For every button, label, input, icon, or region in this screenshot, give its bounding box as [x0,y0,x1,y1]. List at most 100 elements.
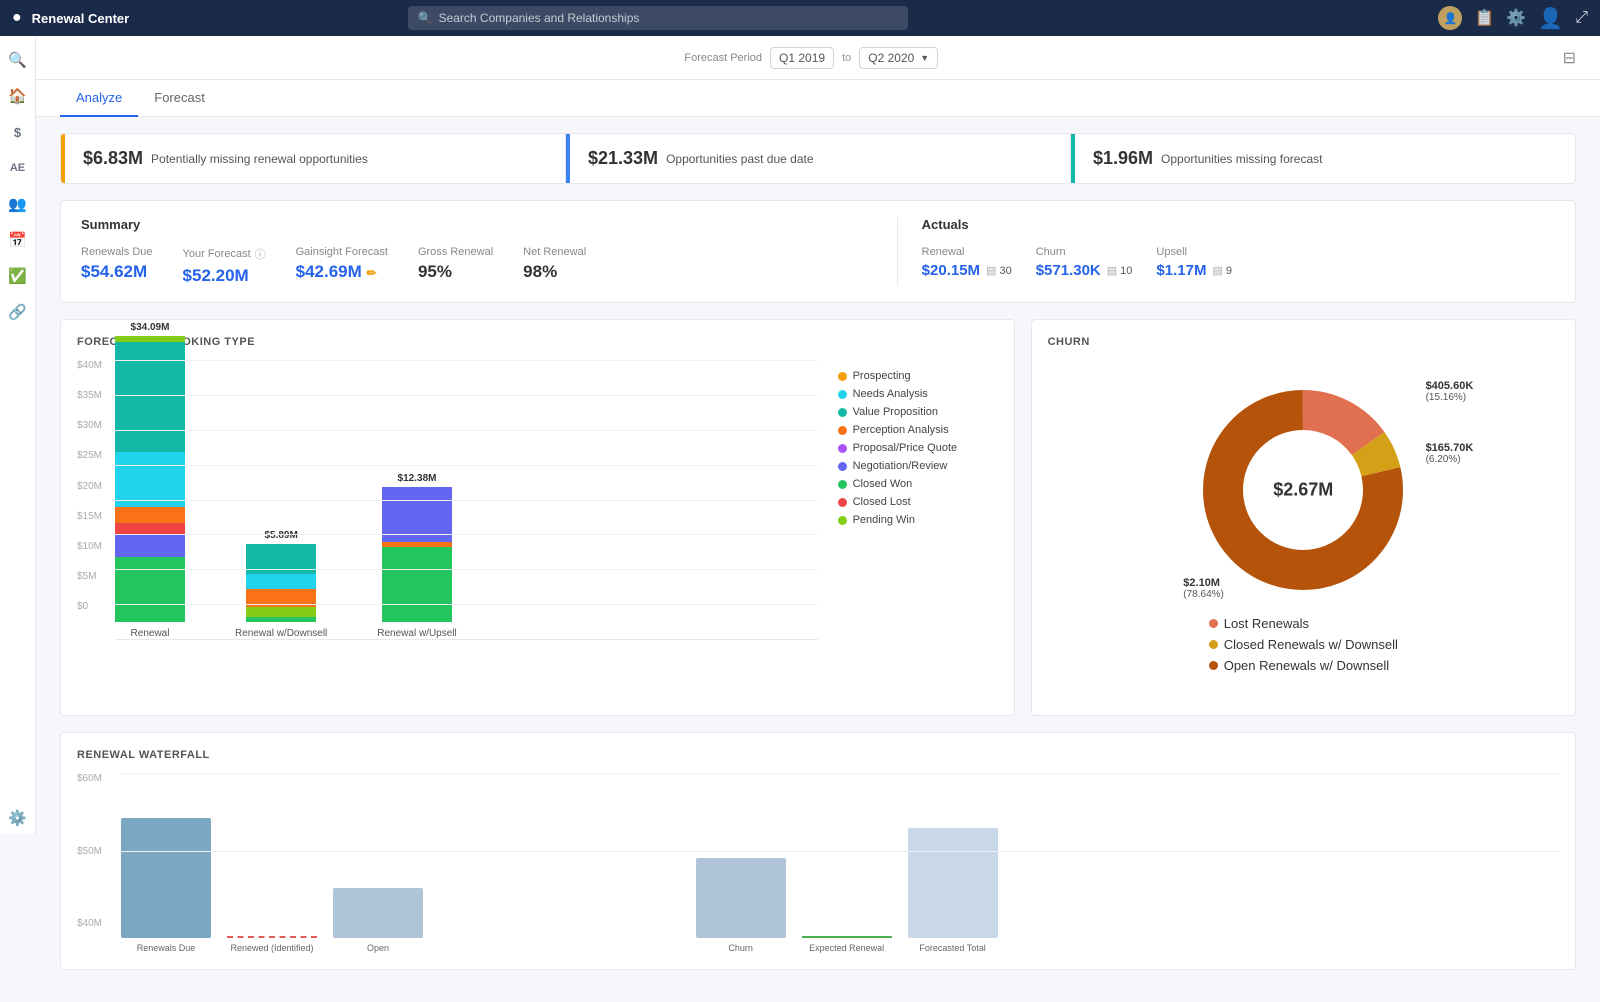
summary-col-renewals-due: Renewals Due $54.62M [81,246,153,286]
bar-segment-needs-2 [246,574,316,589]
period-to-selector[interactable]: Q2 2020 ▼ [859,47,938,69]
y-axis-0: $0 [77,601,113,612]
search-icon: 🔍 [418,11,433,25]
tab-analyze[interactable]: Analyze [60,80,138,117]
wf-bar-churn: Churn [696,858,786,953]
wf-line-expected [802,936,892,938]
wf-y-60m: $60M [77,773,102,784]
app-logo: ● [12,9,22,27]
churn-legend-lost-label: Lost Renewals [1224,616,1309,631]
charts-row: FORECAST BY BOOKING TYPE $40M $35M $30M … [60,319,1576,716]
waterfall-card: RENEWAL WATERFALL $60M $50M $40M Renewal… [60,732,1576,970]
net-renewal-value: 98% [523,262,586,282]
churn-legend-closed-downsell-label: Closed Renewals w/ Downsell [1224,637,1398,652]
alert-missing-forecast[interactable]: $1.96M Opportunities missing forecast [1071,134,1575,183]
wf-bar-open: Open [333,888,423,953]
docs-icon[interactable]: 📋 [1474,8,1494,28]
churn-label-open: $405.60K (15.16%) [1426,380,1474,403]
alert-past-due-amount: $21.33M [588,148,658,169]
period-from-selector[interactable]: Q1 2019 [770,47,834,69]
churn-chart-card: CHURN [1031,319,1576,716]
period-to: Q2 2020 [868,51,914,65]
actual-renewal-value: $20.15M ▤ 30 [922,262,1012,279]
tab-forecast[interactable]: Forecast [138,80,221,117]
bar-downsell-label: Renewal w/Downsell [235,628,327,639]
churn-legend: Lost Renewals Closed Renewals w/ Downsel… [1209,616,1398,679]
legend-prospecting: Prospecting [838,370,998,382]
gross-renewal-value: 95% [418,262,493,282]
y-axis-15m: $15M [77,511,113,522]
tabs: Analyze Forecast [36,80,1600,117]
legend-negotiation-review: Negotiation/Review [838,460,998,472]
bar-segment-needs-1 [115,452,185,507]
bar-segment-negotiation-1 [115,535,185,557]
legend-prospecting-label: Prospecting [853,370,911,382]
sidebar-item-home[interactable]: 🏠 [2,80,34,112]
top-nav-icons: 👤 📋 ⚙️ 👤 ⤢ [1438,6,1588,31]
churn-legend-open-downsell: Open Renewals w/ Downsell [1209,658,1398,673]
sidebar-item-calendar[interactable]: 📅 [2,224,34,256]
legend-closed-won-label: Closed Won [853,478,913,490]
sidebar-item-revenue[interactable]: $ [2,116,34,148]
expand-icon[interactable]: ⤢ [1575,9,1588,27]
wf-bar-renewed-identified: Renewed (Identified) [227,936,317,953]
your-forecast-value: $52.20M [183,266,266,286]
bar-upsell-label: Renewal w/Upsell [377,628,456,639]
filter-icon[interactable]: ⊟ [1563,48,1576,68]
churn-donut: $2.67M $405.60K (15.16%) $165.70K (6.20%… [1193,380,1413,600]
alert-missing-forecast-amount: $1.96M [1093,148,1153,169]
user-avatar[interactable]: 👤 [1438,6,1462,30]
y-axis-40m: $40M [77,360,113,371]
legend-closed-lost-label: Closed Lost [853,496,911,508]
summary-title: Summary [81,217,873,232]
legend-closed-won: Closed Won [838,478,998,490]
forecast-chart-card: FORECAST BY BOOKING TYPE $40M $35M $30M … [60,319,1015,716]
y-axis-25m: $25M [77,450,113,461]
bar-segment-pending-2 [246,607,316,617]
search-placeholder: Search Companies and Relationships [439,11,640,25]
actual-upsell-value: $1.17M ▤ 9 [1156,262,1232,279]
renewals-due-label: Renewals Due [81,246,153,258]
wf-y-40m: $40M [77,918,102,929]
actual-renewal-badge: ▤ 30 [986,264,1012,277]
churn-chart-title: CHURN [1048,336,1559,348]
y-axis-5m: $5M [77,571,113,582]
bar-segment-value-1 [115,342,185,452]
wf-bar-expected-renewal: Expected Renewal [802,936,892,953]
y-axis-10m: $10M [77,541,113,552]
alert-past-due[interactable]: $21.33M Opportunities past due date [566,134,1071,183]
settings-icon[interactable]: ⚙️ [1506,8,1526,28]
search-bar[interactable]: 🔍 Search Companies and Relationships [408,6,908,30]
bar-segment-closed-won-2 [246,617,316,622]
summary-section: Summary Renewals Due $54.62M Your Foreca… [60,200,1576,303]
wf-line-renewed [227,936,317,938]
net-renewal-label: Net Renewal [523,246,586,258]
bar-segment-value-2 [246,544,316,574]
sub-header: Forecast Period Q1 2019 to Q2 2020 ▼ ⊟ [36,36,1600,80]
user-icon[interactable]: 👤 [1538,6,1563,31]
sidebar-item-search[interactable]: 🔍 [2,44,34,76]
sidebar-item-contacts[interactable]: 👥 [2,188,34,220]
forecast-period-label: Forecast Period [684,52,762,64]
renewals-due-value: $54.62M [81,262,153,282]
sidebar: 🔍 🏠 $ AE 👥 📅 ✅ 🔗 ⚙️ [0,36,36,834]
bar-segment-closed-won-3 [382,547,452,622]
summary-col-your-forecast: Your Forecast ⓘ $52.20M [183,246,266,286]
your-forecast-label: Your Forecast ⓘ [183,246,266,262]
legend-proposal-price-quote: Proposal/Price Quote [838,442,998,454]
sidebar-item-settings[interactable]: ⚙️ [2,802,34,834]
churn-legend-lost: Lost Renewals [1209,616,1398,631]
alert-missing-amount: $6.83M [83,148,143,169]
sidebar-item-connections[interactable]: 🔗 [2,296,34,328]
waterfall-title: RENEWAL WATERFALL [77,749,1559,761]
actual-churn-label: Churn [1036,246,1133,258]
gross-renewal-label: Gross Renewal [418,246,493,258]
bar-upsell: $12.38M Renewal w/Upsell [377,473,456,639]
sidebar-item-ae[interactable]: AE [2,152,34,184]
alert-missing-renewals[interactable]: $6.83M Potentially missing renewal oppor… [61,134,566,183]
churn-legend-open-downsell-label: Open Renewals w/ Downsell [1224,658,1389,673]
gainsight-forecast-value: $42.69M ✏ [296,262,388,282]
alert-missing-forecast-label: Opportunities missing forecast [1161,152,1322,166]
sidebar-item-tasks[interactable]: ✅ [2,260,34,292]
churn-legend-closed-downsell: Closed Renewals w/ Downsell [1209,637,1398,652]
